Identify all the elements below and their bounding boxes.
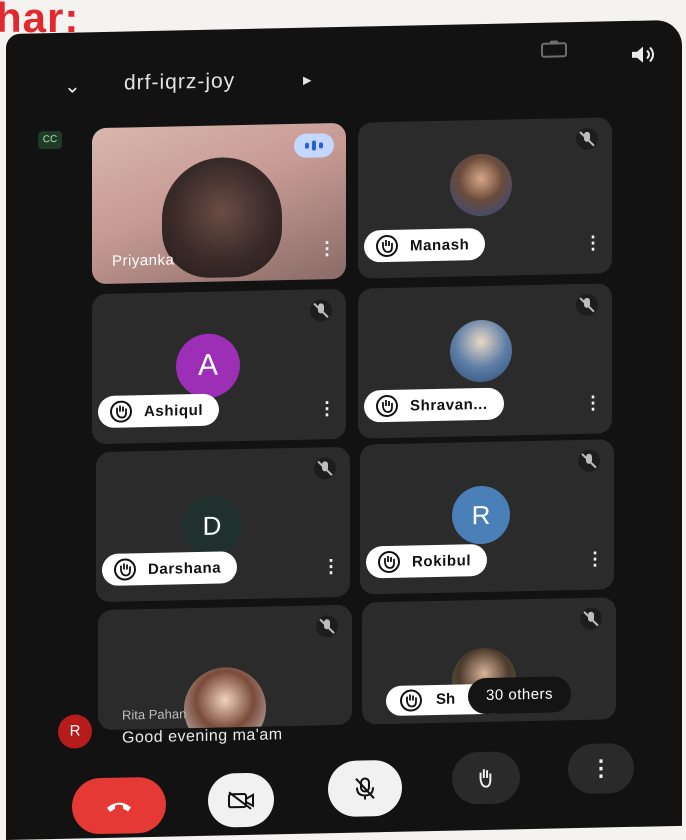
mic-off-icon [314,457,336,480]
meeting-code[interactable]: drf-iqrz-joy [124,69,235,95]
speaker-icon[interactable] [628,44,658,65]
play-arrow-icon[interactable]: ▶ [303,74,311,87]
participant-avatar: A [176,333,240,399]
raise-hand-icon [376,395,398,418]
more-vert-icon[interactable]: ⋮ [318,398,336,418]
raise-hand-button[interactable] [452,751,520,805]
participant-name: Shravan... [410,395,488,415]
participant-name: Priyanka [112,251,175,270]
camera-flip-icon[interactable] [540,40,568,59]
more-vert-icon[interactable]: ⋮ [586,548,604,568]
participant-avatar: R [452,485,510,545]
more-vert-icon[interactable]: ⋮ [318,238,336,258]
participant-name: Manash [410,235,470,255]
more-vert-icon[interactable]: ⋮ [322,556,340,576]
mic-toggle-button[interactable] [328,759,402,818]
chat-message-toast[interactable]: R Rita Pahan Good evening ma'am [48,696,378,761]
mic-off-icon [355,777,375,800]
raise-hand-icon [479,769,492,788]
meet-call-screen: ⌄ drf-iqrz-joy ▶ CC Priyanka ⋮ Manash ⋮ … [6,19,682,840]
participant-tile-darshana[interactable]: D Darshana ⋮ [96,446,350,603]
participant-avatar [450,153,512,217]
more-vert-icon[interactable]: ⋮ [584,233,602,253]
chat-message-text: Good evening ma'am [122,726,283,747]
raise-hand-icon [114,558,136,581]
mic-off-icon [576,293,598,317]
captions-icon[interactable]: CC [38,130,62,150]
participant-tile-manash[interactable]: Manash ⋮ [358,117,612,279]
others-count-chip[interactable]: 30 others [468,676,572,715]
more-vert-icon[interactable]: ⋮ [584,393,602,413]
participant-name: Darshana [148,558,222,578]
participant-name-pill: Ashiqul [98,393,220,429]
mic-off-icon [310,299,332,322]
participant-name-pill: Manash [364,227,486,263]
camera-off-icon [228,791,254,810]
mic-off-icon [580,607,602,630]
participant-avatar [450,319,512,383]
mic-off-icon [578,449,600,473]
raise-hand-icon [400,689,422,712]
chat-sender-avatar: R [58,714,92,749]
raise-hand-icon [376,235,398,258]
participant-name: Rokibul [412,551,472,570]
participant-name: Sh [436,690,456,708]
more-vert-icon: ⋮ [590,755,612,781]
participant-name: Ashiqul [144,401,204,420]
participant-video [162,156,282,279]
chat-sender-name: Rita Pahan [122,706,187,723]
audio-level-icon [294,133,334,158]
participant-name-pill: Darshana [102,551,238,586]
mic-off-icon [316,615,338,638]
chevron-down-icon[interactable]: ⌄ [64,75,81,97]
mic-off-icon [576,127,598,151]
participant-tile-rokibul[interactable]: R Rokibul ⋮ [360,439,614,595]
raise-hand-icon [110,400,132,423]
top-bar: ⌄ drf-iqrz-joy ▶ [6,20,682,112]
end-call-button[interactable] [72,776,166,835]
camera-toggle-button[interactable] [208,772,274,828]
participant-name-pill: Shravan... [364,387,504,423]
participant-tile-ashiqul[interactable]: A Ashiqul ⋮ [92,288,346,445]
more-options-button[interactable]: ⋮ [568,742,634,795]
raise-hand-icon [378,550,400,573]
participant-name-pill: Rokibul [366,543,488,579]
participant-avatar: D [182,495,242,557]
participant-tile-shravan[interactable]: Shravan... ⋮ [358,283,612,439]
end-call-icon [107,802,131,812]
participant-tile-priyanka[interactable]: Priyanka ⋮ [92,122,346,285]
